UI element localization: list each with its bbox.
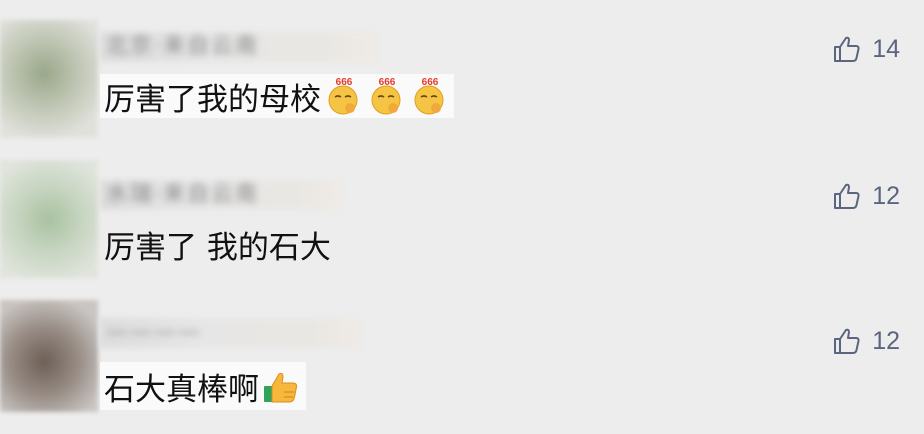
svg-text:666: 666 bbox=[336, 77, 353, 88]
author-name: 北京·来自云南 bbox=[100, 32, 376, 62]
like-count: 12 bbox=[872, 326, 900, 355]
like-button[interactable]: 12 bbox=[832, 326, 900, 356]
comment-text: 厉害了 我的石大 bbox=[104, 222, 331, 266]
thumbs-up-icon bbox=[834, 183, 860, 209]
author-name: 水瑞·来自云南 bbox=[100, 180, 340, 210]
thumbs-up-emoji-icon bbox=[262, 366, 302, 406]
avatar[interactable] bbox=[0, 20, 98, 138]
author-name: ———— bbox=[100, 318, 360, 348]
author-name-text: 水瑞·来自云南 bbox=[106, 182, 259, 207]
comment-text-label: 厉害了 我的石大 bbox=[104, 229, 331, 266]
comment-text-label: 厉害了我的母校 bbox=[104, 81, 321, 118]
666-emoji-icon: 666 bbox=[367, 76, 407, 116]
comment-text-label: 石大真棒啊 bbox=[104, 371, 259, 408]
author-name-text: ———— bbox=[106, 320, 202, 345]
comment-text: 石大真棒啊 bbox=[100, 362, 306, 410]
thumbs-up-icon bbox=[834, 36, 860, 62]
avatar[interactable] bbox=[0, 300, 98, 412]
like-count: 12 bbox=[872, 181, 900, 210]
like-button[interactable]: 14 bbox=[832, 34, 900, 64]
thumbs-up-icon bbox=[834, 328, 860, 354]
666-emoji-icon: 666 bbox=[410, 76, 450, 116]
svg-text:666: 666 bbox=[422, 77, 439, 88]
author-name-text: 北京·来自云南 bbox=[106, 34, 259, 59]
like-button[interactable]: 12 bbox=[832, 181, 900, 211]
like-count: 14 bbox=[872, 34, 900, 63]
comment-text: 厉害了我的母校 666 666 666 bbox=[100, 74, 454, 118]
avatar[interactable] bbox=[0, 160, 98, 278]
666-emoji-icon: 666 bbox=[324, 76, 364, 116]
svg-text:666: 666 bbox=[379, 77, 396, 88]
